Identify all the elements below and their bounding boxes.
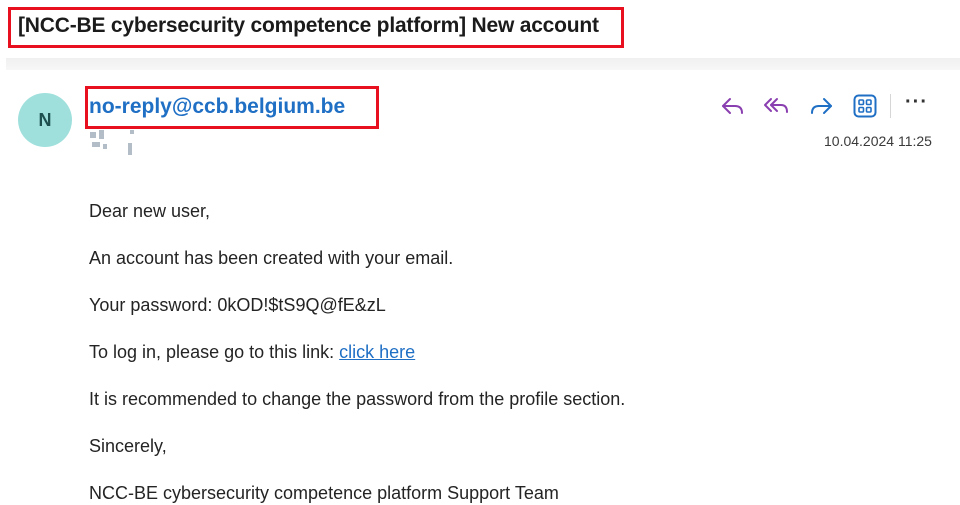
more-actions-button[interactable]: ···	[905, 91, 928, 114]
body-line-login: To log in, please go to this link: click…	[89, 342, 415, 363]
reply-icon	[722, 98, 743, 114]
body-line-password: Your password: 0kOD!$tS9Q@fE&zL	[89, 295, 386, 315]
apps-button[interactable]	[850, 92, 880, 120]
recipient-redacted	[90, 130, 136, 156]
reply-all-icon	[764, 98, 788, 113]
message-actions-toolbar: ···	[718, 91, 928, 120]
forward-icon	[811, 98, 832, 114]
forward-button[interactable]	[806, 92, 836, 120]
header-divider	[6, 58, 960, 70]
reply-button[interactable]	[718, 92, 748, 120]
body-signature: NCC-BE cybersecurity competence platform…	[89, 483, 559, 503]
reply-all-button[interactable]	[762, 92, 792, 120]
received-timestamp: 10.04.2024 11:25	[824, 133, 932, 149]
sender-address[interactable]: no-reply@ccb.belgium.be	[89, 95, 345, 119]
login-prefix: To log in, please go to this link:	[89, 342, 340, 362]
email-reading-pane: [NCC-BE cybersecurity competence platfor…	[0, 0, 960, 505]
body-greeting: Dear new user,	[89, 201, 211, 221]
body-closing: Sincerely,	[89, 436, 167, 456]
body-line-account-created: An account has been created with your em…	[89, 248, 454, 268]
email-subject: [NCC-BE cybersecurity competence platfor…	[18, 14, 599, 37]
apps-icon	[853, 94, 877, 118]
sender-avatar[interactable]: N	[18, 93, 72, 147]
login-link[interactable]: click here	[339, 342, 415, 362]
body-line-recommendation: It is recommended to change the password…	[89, 389, 626, 409]
toolbar-separator	[890, 94, 891, 118]
